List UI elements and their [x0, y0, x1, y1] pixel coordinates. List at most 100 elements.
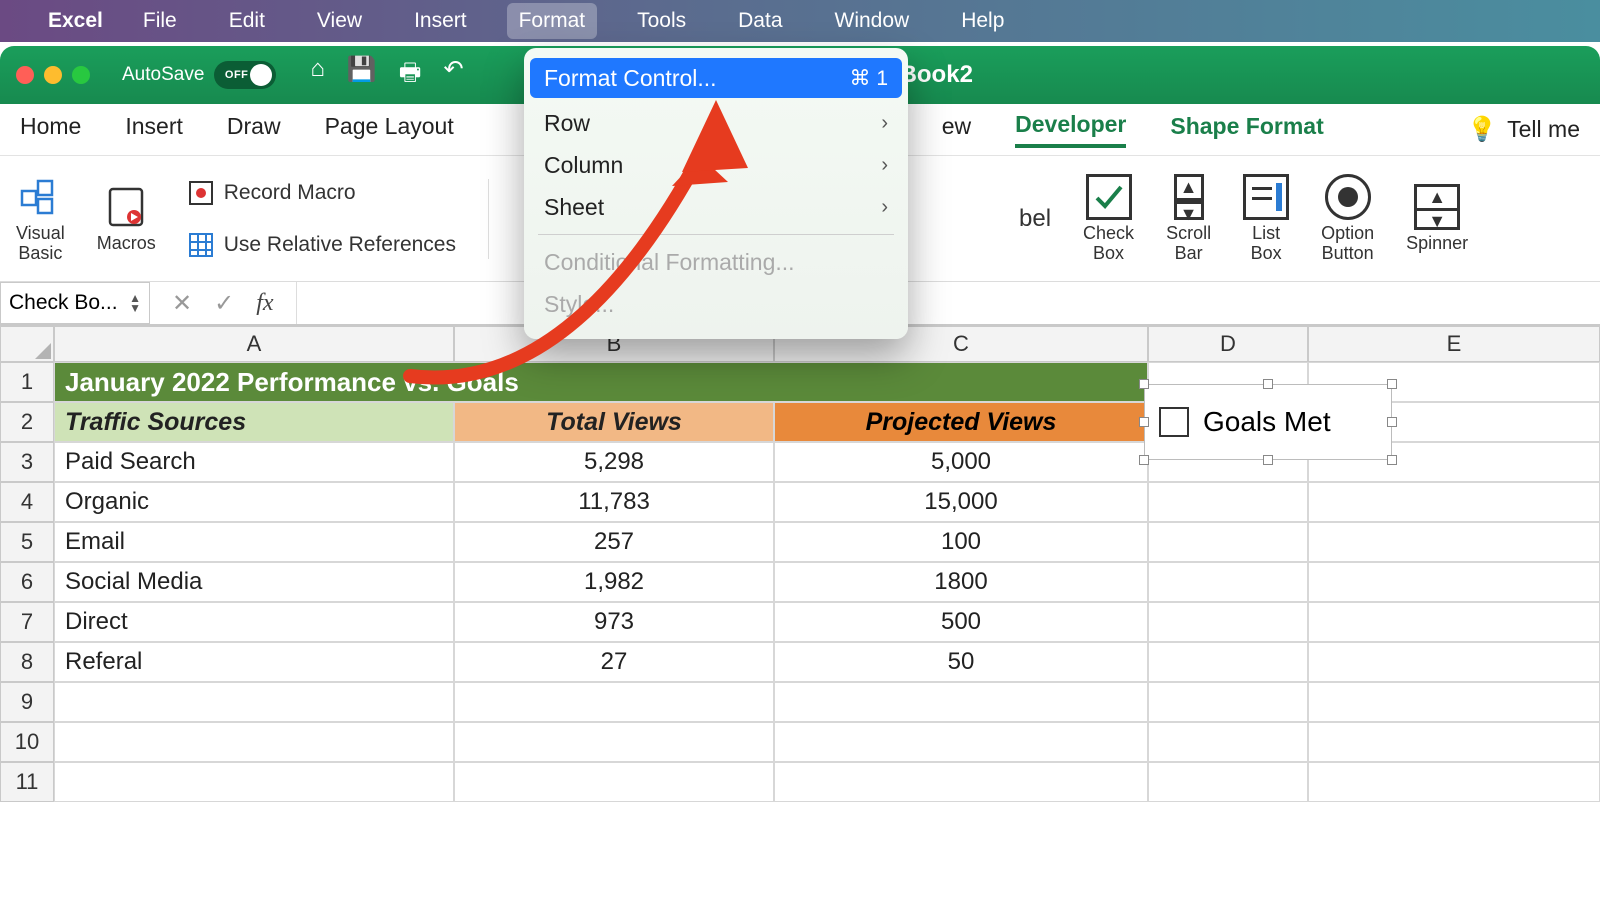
- cell[interactable]: [1308, 562, 1600, 602]
- cell[interactable]: [1308, 482, 1600, 522]
- cell[interactable]: [1148, 722, 1308, 762]
- cell[interactable]: [1308, 602, 1600, 642]
- close-icon[interactable]: [16, 66, 34, 84]
- select-all-corner[interactable]: [0, 326, 54, 362]
- checkbox-icon[interactable]: [1159, 407, 1189, 437]
- checkbox-form-control[interactable]: Goals Met: [1144, 384, 1392, 460]
- row-header[interactable]: 5: [0, 522, 54, 562]
- header-cell[interactable]: Total Views: [454, 402, 774, 442]
- minimize-icon[interactable]: [44, 66, 62, 84]
- tell-me[interactable]: 💡 Tell me: [1467, 115, 1580, 144]
- cell[interactable]: Organic: [54, 482, 454, 522]
- row-header[interactable]: 2: [0, 402, 54, 442]
- cell[interactable]: Direct: [54, 602, 454, 642]
- cell[interactable]: [1148, 482, 1308, 522]
- menu-view[interactable]: View: [305, 3, 374, 39]
- tab-draw[interactable]: Draw: [227, 113, 281, 146]
- cell[interactable]: 5,000: [774, 442, 1148, 482]
- fx-icon[interactable]: fx: [256, 290, 273, 317]
- row-header[interactable]: 9: [0, 682, 54, 722]
- col-header-e[interactable]: E: [1308, 326, 1600, 362]
- cell[interactable]: 5,298: [454, 442, 774, 482]
- cell[interactable]: [1308, 522, 1600, 562]
- cell[interactable]: [454, 682, 774, 722]
- spinner-control-button[interactable]: ▲▼ Spinner: [1406, 184, 1468, 254]
- cell[interactable]: [54, 762, 454, 802]
- listbox-control-button[interactable]: List Box: [1243, 174, 1289, 264]
- cell[interactable]: [454, 722, 774, 762]
- row-header[interactable]: 4: [0, 482, 54, 522]
- cell[interactable]: 27: [454, 642, 774, 682]
- cell[interactable]: 500: [774, 602, 1148, 642]
- app-name[interactable]: Excel: [48, 9, 103, 33]
- menu-item-format-control[interactable]: Format Control... ⌘ 1: [530, 58, 902, 98]
- col-header-d[interactable]: D: [1148, 326, 1308, 362]
- cell[interactable]: [1308, 762, 1600, 802]
- menu-insert[interactable]: Insert: [402, 3, 479, 39]
- checkbox-control-button[interactable]: Check Box: [1083, 174, 1134, 264]
- menu-item-sheet[interactable]: Sheet ›: [524, 186, 908, 228]
- tab-insert[interactable]: Insert: [125, 113, 183, 146]
- tab-developer[interactable]: Developer: [1015, 111, 1126, 148]
- undo-icon[interactable]: ↶: [443, 55, 463, 96]
- cell[interactable]: Paid Search: [54, 442, 454, 482]
- cell[interactable]: [54, 722, 454, 762]
- menu-window[interactable]: Window: [823, 3, 922, 39]
- cell[interactable]: [1148, 762, 1308, 802]
- name-box-stepper-icon[interactable]: ▲▼: [129, 293, 141, 313]
- macros-button[interactable]: Macros: [97, 184, 156, 254]
- cell[interactable]: 50: [774, 642, 1148, 682]
- print-icon[interactable]: 🖶: [399, 55, 422, 96]
- menu-data[interactable]: Data: [726, 3, 794, 39]
- cell[interactable]: [774, 682, 1148, 722]
- header-cell[interactable]: Traffic Sources: [54, 402, 454, 442]
- cell[interactable]: 11,783: [454, 482, 774, 522]
- row-header[interactable]: 8: [0, 642, 54, 682]
- header-cell[interactable]: Projected Views: [774, 402, 1148, 442]
- tab-home[interactable]: Home: [20, 113, 81, 146]
- row-header[interactable]: 3: [0, 442, 54, 482]
- row-header[interactable]: 10: [0, 722, 54, 762]
- cell[interactable]: [1308, 642, 1600, 682]
- cell[interactable]: Social Media: [54, 562, 454, 602]
- menu-file[interactable]: File: [131, 3, 189, 39]
- cell[interactable]: Referal: [54, 642, 454, 682]
- cell[interactable]: 1,982: [454, 562, 774, 602]
- name-box[interactable]: Check Bo... ▲▼: [0, 282, 150, 324]
- cell[interactable]: [54, 682, 454, 722]
- use-relative-refs-button[interactable]: Use Relative References: [188, 225, 456, 265]
- menu-edit[interactable]: Edit: [217, 3, 277, 39]
- tab-page-layout[interactable]: Page Layout: [325, 113, 454, 146]
- tab-shape-format[interactable]: Shape Format: [1170, 113, 1323, 146]
- cancel-formula-icon[interactable]: ✕: [172, 289, 192, 318]
- cell[interactable]: [774, 762, 1148, 802]
- zoom-icon[interactable]: [72, 66, 90, 84]
- formula-input[interactable]: [296, 282, 1600, 324]
- cell[interactable]: [1148, 602, 1308, 642]
- menu-help[interactable]: Help: [949, 3, 1016, 39]
- cell[interactable]: 257: [454, 522, 774, 562]
- menu-tools[interactable]: Tools: [625, 3, 698, 39]
- row-header[interactable]: 7: [0, 602, 54, 642]
- cell[interactable]: 100: [774, 522, 1148, 562]
- menu-item-column[interactable]: Column ›: [524, 144, 908, 186]
- visual-basic-button[interactable]: Visual Basic: [16, 174, 65, 264]
- save-icon[interactable]: 💾: [347, 55, 377, 96]
- cell[interactable]: [1148, 642, 1308, 682]
- record-macro-button[interactable]: Record Macro: [188, 173, 456, 213]
- row-header[interactable]: 1: [0, 362, 54, 402]
- cell[interactable]: [1308, 682, 1600, 722]
- home-icon[interactable]: ⌂: [310, 55, 325, 96]
- col-header-a[interactable]: A: [54, 326, 454, 362]
- cell[interactable]: [774, 722, 1148, 762]
- scrollbar-control-button[interactable]: ▲▼ Scroll Bar: [1166, 174, 1211, 264]
- autosave-toggle[interactable]: AutoSave OFF: [122, 61, 276, 89]
- option-control-button[interactable]: Option Button: [1321, 174, 1374, 264]
- cell[interactable]: [454, 762, 774, 802]
- cell[interactable]: Email: [54, 522, 454, 562]
- cell[interactable]: 15,000: [774, 482, 1148, 522]
- cell[interactable]: 1800: [774, 562, 1148, 602]
- menu-format[interactable]: Format: [507, 3, 598, 39]
- row-header[interactable]: 11: [0, 762, 54, 802]
- cell[interactable]: [1148, 522, 1308, 562]
